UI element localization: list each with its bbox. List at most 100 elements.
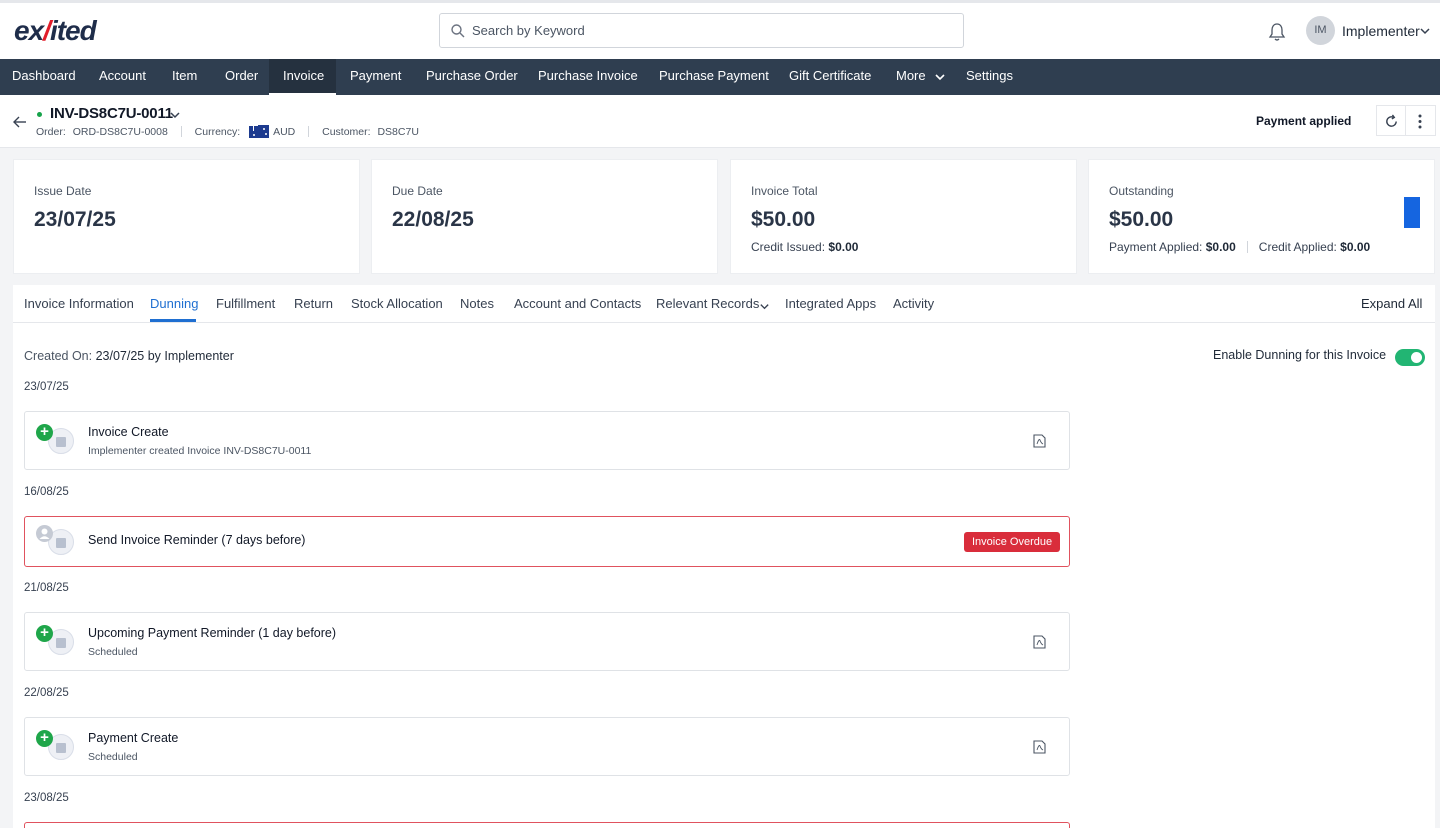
plus-icon: + <box>36 730 53 747</box>
issue-date-card: Issue Date 23/07/25 <box>13 159 360 274</box>
order-label: Order: <box>36 126 66 138</box>
status-dot <box>37 112 42 117</box>
plus-icon: + <box>36 424 53 441</box>
tab-stock-allocation[interactable]: Stock Allocation <box>351 296 443 311</box>
chevron-down-icon[interactable] <box>934 71 946 83</box>
event-title: Upcoming Payment Reminder (1 day before) <box>88 626 337 640</box>
divider <box>180 126 182 137</box>
chevron-down-icon[interactable] <box>169 109 181 121</box>
nav-item-account[interactable]: Account <box>99 59 146 95</box>
page-title: INV-DS8C7U-0011 <box>50 105 173 122</box>
summary-cards: Issue Date 23/07/25 Due Date 22/08/25 In… <box>13 159 1435 274</box>
search-box[interactable] <box>439 13 964 48</box>
tab-return[interactable]: Return <box>294 296 333 311</box>
nav-item-purchase-invoice[interactable]: Purchase Invoice <box>538 59 638 95</box>
chevron-down-icon[interactable] <box>1419 25 1431 37</box>
credit-applied-label: Credit Applied: <box>1258 240 1337 254</box>
timeline-date: 21/08/25 <box>24 582 69 594</box>
more-options-button[interactable] <box>1406 105 1436 136</box>
card-value: $50.00 <box>1109 208 1174 231</box>
dunning-panel: Created On: 23/07/25 by Implementer Enab… <box>13 323 1435 828</box>
nav-item-order[interactable]: Order <box>225 59 258 95</box>
customer-label: Customer: <box>322 126 371 138</box>
pdf-icon[interactable] <box>1033 740 1046 754</box>
card-icon <box>56 743 66 753</box>
search-icon <box>451 24 465 38</box>
due-date-card: Due Date 22/08/25 <box>371 159 718 274</box>
nav-item-more[interactable]: More <box>896 59 926 95</box>
tab-relevant-records[interactable]: Relevant Records <box>656 296 759 311</box>
payment-applied-label: Payment Applied: <box>1109 240 1203 254</box>
chevron-down-icon[interactable] <box>759 301 770 312</box>
event-desc: Scheduled <box>88 646 138 658</box>
plus-icon: + <box>36 625 53 642</box>
timeline-event[interactable]: + Invoice Create Implementer created Inv… <box>24 411 1070 470</box>
invoice-total-card: Invoice Total $50.00 Credit Issued: $0.0… <box>730 159 1077 274</box>
tab-fulfillment[interactable]: Fulfillment <box>216 296 275 311</box>
customer-value[interactable]: DS8C7U <box>377 126 418 138</box>
created-on: Created On: 23/07/25 by Implementer <box>24 349 234 363</box>
side-panel-handle[interactable] <box>1404 197 1420 228</box>
tab-account-and-contacts[interactable]: Account and Contacts <box>514 296 641 311</box>
tab-invoice-information[interactable]: Invoice Information <box>24 296 134 311</box>
logo-text-part: ited <box>49 15 97 46</box>
currency-value: AUD <box>273 126 296 138</box>
tab-dunning[interactable]: Dunning <box>150 296 198 311</box>
event-title: Payment Create <box>88 731 179 745</box>
tab-notes[interactable]: Notes <box>460 296 494 311</box>
timeline-date: 16/08/25 <box>24 486 69 498</box>
kebab-menu-icon <box>1418 114 1422 129</box>
currency-label: Currency: <box>194 126 241 138</box>
event-title: Send Invoice Reminder (7 days before) <box>88 533 306 547</box>
tab-integrated-apps[interactable]: Integrated Apps <box>785 296 876 311</box>
timeline-date: 22/08/25 <box>24 687 69 699</box>
credit-applied-value: $0.00 <box>1340 240 1371 254</box>
card-label: Invoice Total <box>751 184 818 198</box>
nav-item-purchase-payment[interactable]: Purchase Payment <box>659 59 769 95</box>
timeline-event[interactable]: + Upcoming Payment Reminder (1 day befor… <box>24 612 1070 671</box>
app-logo[interactable]: ex/ited <box>14 15 97 47</box>
payment-applied-value: $0.00 <box>1205 240 1236 254</box>
nav-item-payment[interactable]: Payment <box>350 59 401 95</box>
card-icon <box>56 638 66 648</box>
record-meta: Order: ORD-DS8C7U-0008 Currency: AUD Cus… <box>36 125 419 138</box>
nav-item-gift-certificate[interactable]: Gift Certificate <box>789 59 871 95</box>
applied-summary: Payment Applied: $0.00 Credit Applied: $0… <box>1109 240 1370 254</box>
card-label: Due Date <box>392 184 443 198</box>
refresh-button[interactable] <box>1376 105 1406 136</box>
nav-item-dashboard[interactable]: Dashboard <box>12 59 76 95</box>
arrow-left-icon[interactable] <box>12 115 28 129</box>
nav-item-invoice[interactable]: Invoice <box>269 59 336 95</box>
enable-dunning-toggle[interactable] <box>1395 349 1425 366</box>
divider <box>1246 241 1248 253</box>
status-text: Payment applied <box>1256 114 1352 128</box>
status-badge: Invoice Overdue <box>964 532 1061 552</box>
card-value: $50.00 <box>751 208 816 231</box>
card-label: Outstanding <box>1109 184 1174 198</box>
timeline-event[interactable]: Send Invoice Reminder (7 days before) In… <box>24 516 1070 567</box>
pdf-icon[interactable] <box>1033 635 1046 649</box>
credit-issued-value: $0.00 <box>828 240 859 254</box>
nav-item-settings[interactable]: Settings <box>966 59 1013 95</box>
bell-icon[interactable] <box>1268 22 1286 42</box>
nav-item-purchase-order[interactable]: Purchase Order <box>426 59 518 95</box>
timeline-event[interactable] <box>24 822 1070 828</box>
avatar[interactable]: IM <box>1306 16 1335 45</box>
credit-issued-label: Credit Issued: <box>751 240 826 254</box>
user-name[interactable]: Implementer <box>1342 23 1420 39</box>
timeline-event[interactable]: + Payment Create Scheduled <box>24 717 1070 776</box>
top-bar: ex/ited IM Implementer <box>0 0 1440 59</box>
nav-item-item[interactable]: Item <box>172 59 197 95</box>
enable-dunning-label: Enable Dunning for this Invoice <box>1213 348 1387 362</box>
tab-activity[interactable]: Activity <box>893 296 934 311</box>
document-icon <box>56 437 66 447</box>
event-desc: Scheduled <box>88 751 138 763</box>
search-input[interactable] <box>472 14 952 47</box>
order-value[interactable]: ORD-DS8C7U-0008 <box>73 126 168 138</box>
expand-all-button[interactable]: Expand All <box>1361 296 1422 311</box>
pdf-icon[interactable] <box>1033 434 1046 448</box>
event-title: Invoice Create <box>88 425 169 439</box>
timeline-date: 23/08/25 <box>24 792 69 804</box>
logo-text-part: ex <box>14 15 44 46</box>
credit-issued: Credit Issued: $0.00 <box>751 240 858 254</box>
